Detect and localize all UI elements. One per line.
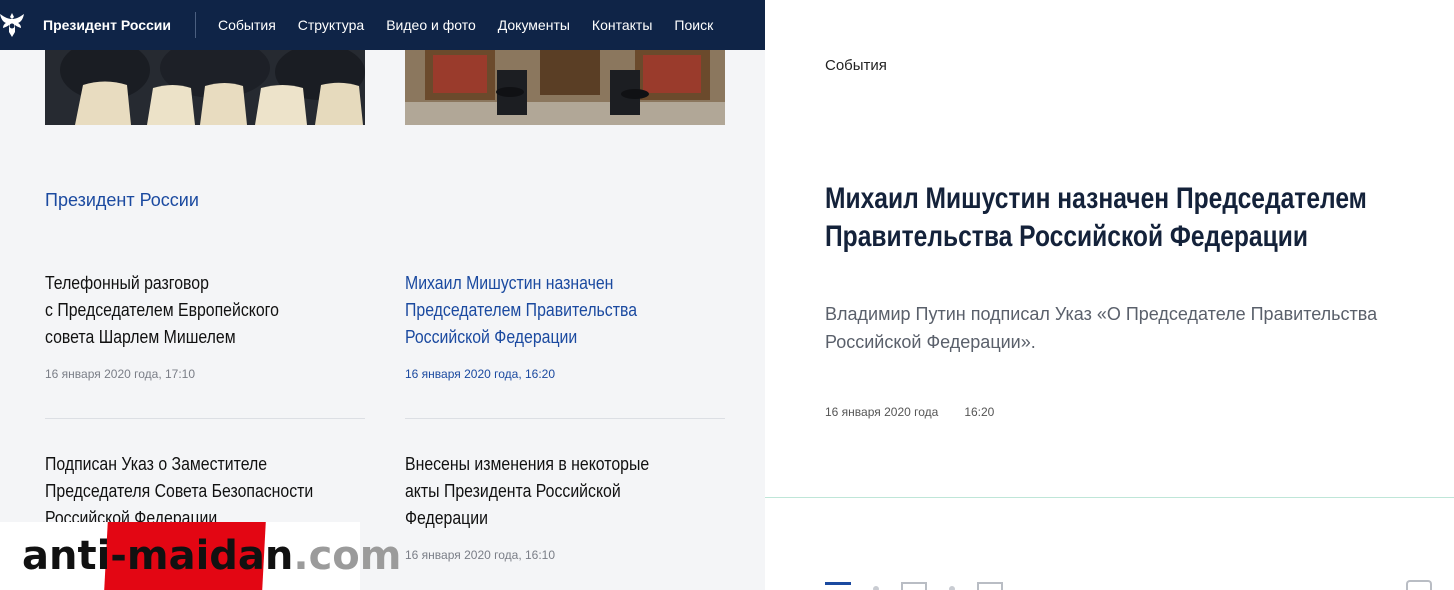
article-lead: Владимир Путин подписал Указ «О Председа…: [825, 300, 1445, 356]
news-title-line: Российской Федерации: [405, 327, 578, 347]
news-title[interactable]: Михаил Мишустин назначен Председателем П…: [405, 270, 722, 351]
article-title: Михаил Мишустин назначен Председателем П…: [825, 180, 1415, 256]
article-meta: 16 января 2020 года 16:20: [825, 405, 994, 419]
watermark-part: .com: [293, 533, 402, 579]
news-title-line: Михаил Мишустин назначен: [405, 273, 614, 293]
text-icon[interactable]: [977, 582, 1003, 590]
news-item[interactable]: Подписан Указ о Заместителе Председателя…: [45, 451, 365, 532]
dot-icon: [949, 586, 955, 590]
news-title-line: Председателем Правительства: [405, 300, 638, 320]
site-name-link[interactable]: Президент России: [43, 17, 171, 33]
article-toolbar: [825, 582, 1025, 590]
news-date: 16 января 2020 года, 16:20: [405, 367, 556, 381]
news-date: 16 января 2020 года, 16:10: [405, 548, 556, 562]
nav-item-documents[interactable]: Документы: [498, 17, 570, 33]
news-title-line: Федерации: [405, 508, 488, 528]
news-title-line: Телефонный разговор: [45, 273, 209, 293]
article-lead-line: Владимир Путин подписал Указ «О Председа…: [825, 304, 1378, 324]
news-title-line: Председателя Совета Безопасности: [45, 481, 314, 501]
news-title-line: Подписан Указ о Заместителе: [45, 454, 268, 474]
watermark-text: anti-maidan.com: [22, 533, 401, 579]
dot-icon: [873, 586, 879, 590]
nav-item-structure[interactable]: Структура: [298, 17, 364, 33]
news-divider: [45, 418, 365, 419]
nav-item-video-photo[interactable]: Видео и фото: [386, 17, 476, 33]
article-date: 16 января 2020 года: [825, 405, 939, 419]
news-divider: [405, 418, 725, 419]
news-date: 16 января 2020 года, 17:10: [45, 367, 196, 381]
section-title[interactable]: Президент России: [45, 190, 199, 211]
news-item[interactable]: Телефонный разговор с Председателем Евро…: [45, 270, 365, 381]
nav-item-search[interactable]: Поиск: [674, 17, 713, 33]
emblem-icon[interactable]: [0, 9, 28, 41]
article-pane: События Михаил Мишустин назначен Председ…: [765, 0, 1454, 590]
share-icon[interactable]: [1406, 580, 1432, 590]
news-photo[interactable]: [45, 50, 365, 125]
breadcrumb[interactable]: События: [825, 57, 887, 74]
nav-item-events[interactable]: События: [218, 17, 276, 33]
news-title[interactable]: Подписан Указ о Заместителе Председателя…: [45, 451, 362, 532]
news-title-line: с Председателем Европейского: [45, 300, 279, 320]
article-title-line: Правительства Российской Федерации: [825, 220, 1308, 253]
news-feed-pane: Президент России События Структура Видео…: [0, 0, 765, 590]
article-lead-line: Российской Федерации».: [825, 332, 1036, 352]
watermark-logo: anti-maidan.com: [0, 522, 401, 590]
news-item[interactable]: Внесены изменения в некоторые акты Прези…: [405, 451, 725, 562]
news-title[interactable]: Телефонный разговор с Председателем Евро…: [45, 270, 362, 351]
top-navigation-bar: Президент России События Структура Видео…: [0, 0, 765, 50]
watermark-part: anti-: [22, 533, 127, 579]
news-title-line: акты Президента Российской: [405, 481, 621, 501]
nav-item-contacts[interactable]: Контакты: [592, 17, 652, 33]
news-title-line: совета Шарлем Мишелем: [45, 327, 236, 347]
nav-separator: [194, 12, 196, 38]
print-icon[interactable]: [901, 582, 927, 590]
content-divider: [765, 497, 1454, 498]
watermark-part: maidan: [126, 533, 294, 579]
article-time: 16:20: [964, 405, 995, 419]
article-title-line: Михаил Мишустин назначен Председателем: [825, 182, 1367, 215]
main-nav: События Структура Видео и фото Документы…: [218, 17, 713, 33]
news-item-active[interactable]: Михаил Мишустин назначен Председателем П…: [405, 270, 725, 381]
news-title[interactable]: Внесены изменения в некоторые акты Прези…: [405, 451, 722, 532]
news-photo[interactable]: [405, 50, 725, 125]
list-view-icon[interactable]: [825, 582, 851, 590]
news-title-line: Внесены изменения в некоторые: [405, 454, 650, 474]
